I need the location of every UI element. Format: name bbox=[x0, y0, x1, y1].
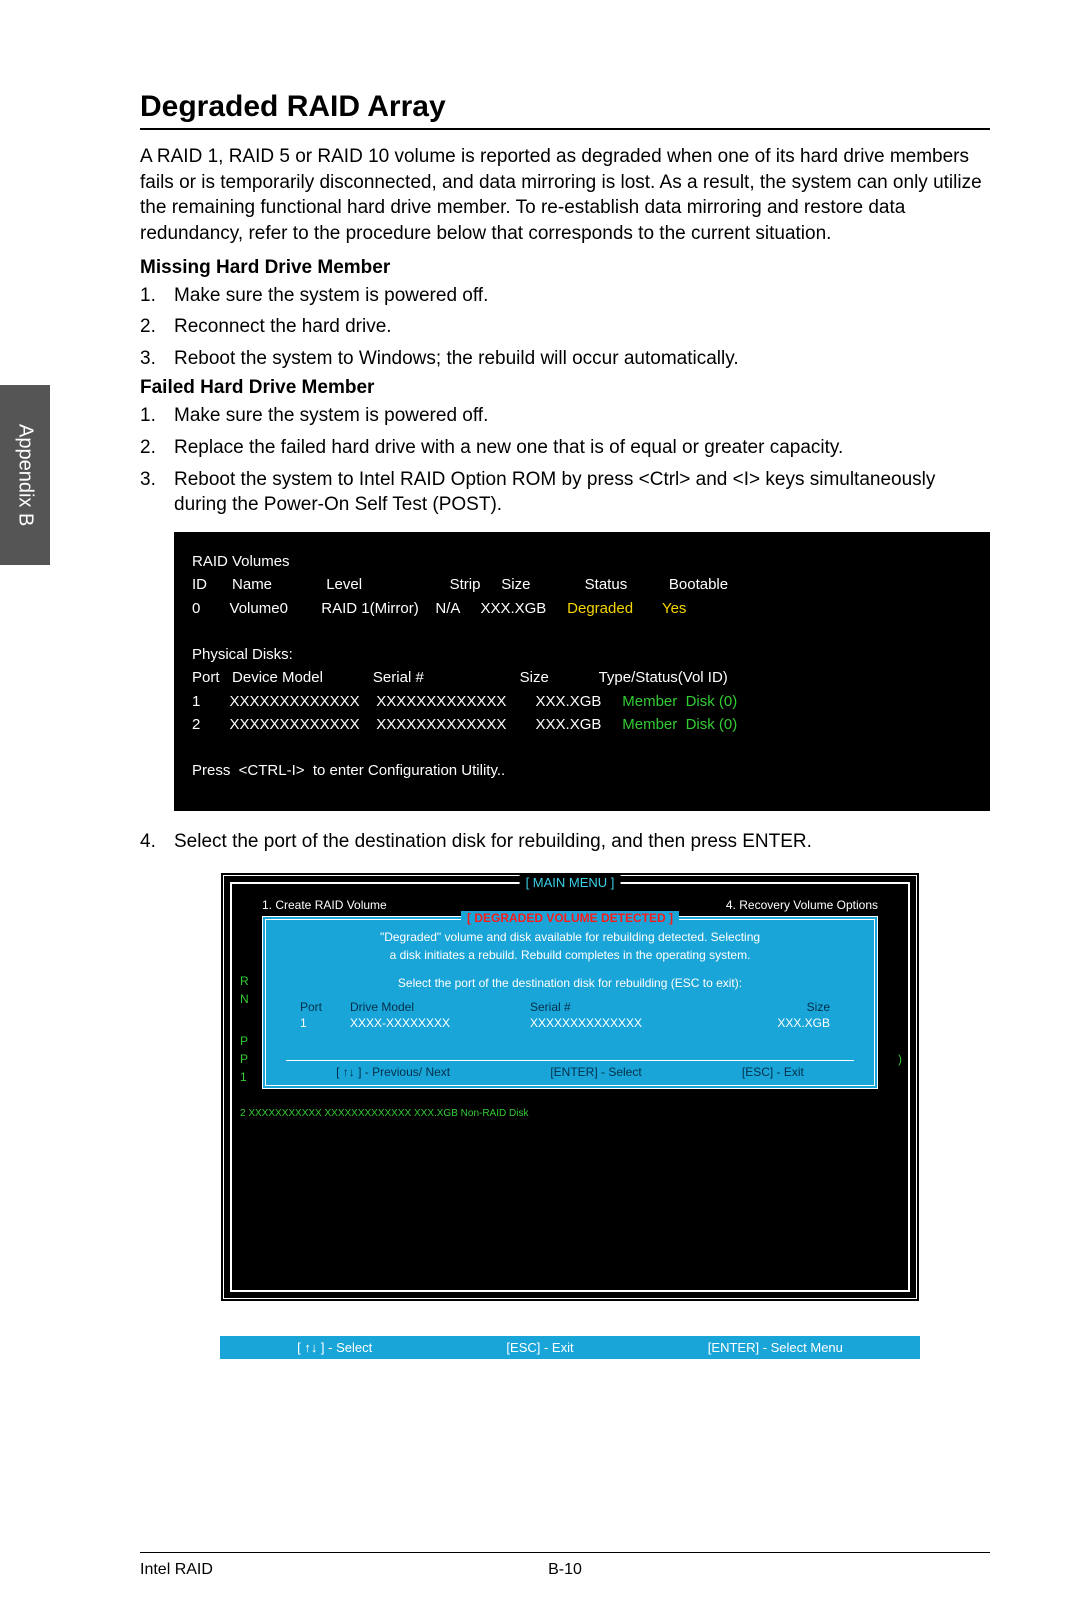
degraded-dialog: [ DEGRADED VOLUME DETECTED ] "Degraded" … bbox=[262, 916, 878, 1089]
page-number: B-10 bbox=[423, 1561, 706, 1579]
menu-item: 1. Create RAID Volume bbox=[262, 898, 387, 912]
bios-screenshot-1: RAID Volumes ID Name Level Strip Size St… bbox=[174, 532, 990, 811]
footer-hint: [ ↑↓ ] - Select bbox=[297, 1340, 372, 1355]
table-row: 1 XXXXXXXXXXXXX XXXXXXXXXXXXX XXX.XGB Me… bbox=[192, 690, 972, 713]
bg-text: R bbox=[240, 974, 249, 988]
section2-heading: Failed Hard Drive Member bbox=[140, 377, 990, 399]
footer-hint: [ENTER] - Select Menu bbox=[708, 1340, 843, 1355]
side-tab: Appendix B bbox=[0, 385, 50, 565]
list-item: 1.Make sure the system is powered off. bbox=[140, 403, 990, 429]
table-header: ID Name Level Strip Size Status Bootable bbox=[192, 573, 972, 596]
bg-text: 2 XXXXXXXXXXX XXXXXXXXXXXXX XXX.XGB Non-… bbox=[240, 1108, 900, 1119]
section2-steps: 1.Make sure the system is powered off. 2… bbox=[140, 403, 990, 518]
bg-text: N bbox=[240, 992, 249, 1006]
dialog-footer: [ ↑↓ ] - Previous/ Next [ENTER] - Select… bbox=[286, 1060, 854, 1079]
main-menu-label: [ MAIN MENU ] bbox=[520, 875, 621, 890]
section1-heading: Missing Hard Drive Member bbox=[140, 257, 990, 279]
dialog-table: Port Drive Model Serial # Size 1 XXXX-XX… bbox=[286, 1000, 854, 1030]
section2-steps-continued: 4.Select the port of the destination dis… bbox=[140, 829, 990, 855]
table-header: Port Drive Model Serial # Size bbox=[300, 1000, 840, 1014]
raid-volumes-label: RAID Volumes bbox=[192, 550, 972, 573]
intro-paragraph: A RAID 1, RAID 5 or RAID 10 volume is re… bbox=[140, 144, 990, 247]
bg-text: 1 bbox=[240, 1070, 247, 1084]
bg-text: P bbox=[240, 1052, 248, 1066]
footer-hint: [ESC] - Exit bbox=[506, 1340, 573, 1355]
section1-steps: 1.Make sure the system is powered off. 2… bbox=[140, 283, 990, 372]
list-item: 1.Make sure the system is powered off. bbox=[140, 283, 990, 309]
dialog-text: Select the port of the destination disk … bbox=[286, 976, 854, 990]
dialog-text: "Degraded" volume and disk available for… bbox=[286, 930, 854, 944]
bios-screenshot-2-wrap: [ MAIN MENU ] 1. Create RAID Volume 4. R… bbox=[220, 872, 920, 1359]
table-row: 0 Volume0 RAID 1(Mirror) N/A XXX.XGB Deg… bbox=[192, 597, 972, 620]
table-row: 2 XXXXXXXXXXXXX XXXXXXXXXXXXX XXX.XGB Me… bbox=[192, 713, 972, 736]
menu-item: 4. Recovery Volume Options bbox=[726, 898, 878, 912]
footer-left: Intel RAID bbox=[140, 1561, 423, 1579]
page-content: Degraded RAID Array A RAID 1, RAID 5 or … bbox=[0, 0, 1080, 1417]
dialog-text: a disk initiates a rebuild. Rebuild comp… bbox=[286, 948, 854, 962]
list-item: 3.Reboot the system to Intel RAID Option… bbox=[140, 467, 990, 518]
physical-disks-label: Physical Disks: bbox=[192, 643, 972, 666]
menu-row: 1. Create RAID Volume 4. Recovery Volume… bbox=[232, 888, 908, 912]
dialog-title: [ DEGRADED VOLUME DETECTED ] bbox=[461, 911, 679, 925]
page-title: Degraded RAID Array bbox=[140, 90, 990, 130]
list-item: 2.Reconnect the hard drive. bbox=[140, 314, 990, 340]
list-item: 4.Select the port of the destination dis… bbox=[140, 829, 990, 855]
page-footer: Intel RAID B-10 bbox=[140, 1552, 990, 1579]
footer-bar: [ ↑↓ ] - Select [ESC] - Exit [ENTER] - S… bbox=[220, 1336, 920, 1359]
bg-text: P bbox=[240, 1034, 248, 1048]
table-header: Port Device Model Serial # Size Type/Sta… bbox=[192, 666, 972, 689]
table-row: 1 XXXX-XXXXXXXX XXXXXXXXXXXXXX XXX.XGB bbox=[300, 1016, 840, 1030]
list-item: 3.Reboot the system to Windows; the rebu… bbox=[140, 346, 990, 372]
list-item: 2.Replace the failed hard drive with a n… bbox=[140, 435, 990, 461]
bios-screenshot-2: [ MAIN MENU ] 1. Create RAID Volume 4. R… bbox=[220, 872, 920, 1302]
bg-text: ) bbox=[898, 1052, 902, 1066]
press-ctrl-i: Press <CTRL-I> to enter Configuration Ut… bbox=[192, 759, 972, 782]
